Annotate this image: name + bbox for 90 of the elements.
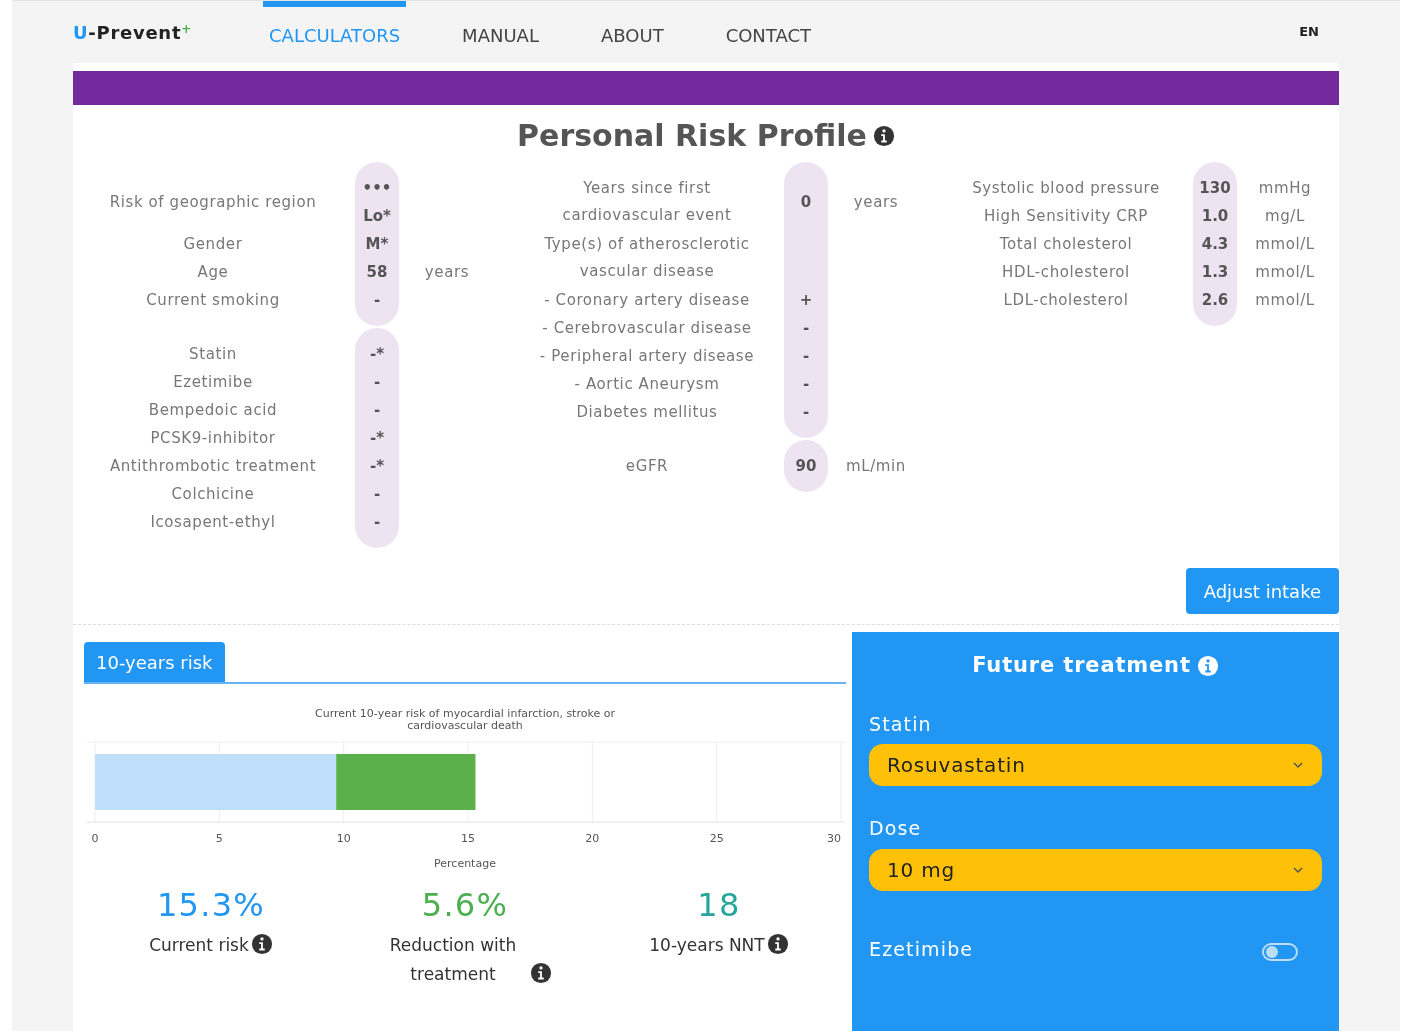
field-label: LDL-cholesterol xyxy=(1003,289,1129,311)
field-value: + xyxy=(798,290,814,311)
chevron-icon xyxy=(1292,865,1304,874)
axis-label: Percentage xyxy=(434,856,496,872)
field-label: Statin xyxy=(869,711,933,737)
toggle-switch[interactable] xyxy=(1262,942,1298,961)
stat-value: 15.3% xyxy=(156,884,266,926)
tick-label: 15 xyxy=(461,832,475,845)
field-value: 1.3 xyxy=(1200,262,1230,283)
field-label: Type(s) of atherosclerotic vascular disease xyxy=(543,234,751,282)
chevron-icon xyxy=(1292,761,1304,769)
stat-label: Reduction with treatment xyxy=(388,933,518,986)
panel-title: Future treatment xyxy=(972,652,1191,679)
field-label: Gender xyxy=(183,233,243,255)
language-selector[interactable]: EN xyxy=(1299,22,1319,42)
stat-value: 18 xyxy=(697,884,741,926)
unit-label: mg/L xyxy=(1265,205,1305,227)
field-value: - xyxy=(372,512,382,533)
unit-label: mmol/L xyxy=(1255,233,1315,255)
field-value: - xyxy=(372,484,382,505)
field-label: Current smoking xyxy=(146,289,280,311)
field-value: 58 xyxy=(365,262,389,283)
field-label: eGFR xyxy=(625,455,669,477)
field-label: Ezetimibe xyxy=(869,936,974,962)
tick-label: 10 xyxy=(336,832,351,845)
stat-label: Current risk xyxy=(149,933,249,957)
field-label: Antithrombotic treatment xyxy=(109,455,317,477)
field-value: -* xyxy=(368,428,386,449)
unit-label: mmol/L xyxy=(1255,261,1315,283)
field-label: PCSK9-inhibitor xyxy=(150,427,276,449)
tick-label: 5 xyxy=(215,832,223,845)
field-value: -* xyxy=(368,344,386,365)
unit-label: mmHg xyxy=(1258,177,1312,199)
info-icon[interactable] xyxy=(766,933,789,955)
field-label: Systolic blood pressure xyxy=(972,177,1160,199)
field-value: - xyxy=(372,372,382,393)
logo[interactable]: U-Prevent$^{+}$ xyxy=(73,18,263,46)
unit-label: years xyxy=(853,191,899,213)
dropdown[interactable]: 10 mg xyxy=(869,848,1322,891)
tick-label: 0 xyxy=(91,832,99,845)
tick-label: 20 xyxy=(585,832,600,845)
field-value: - xyxy=(372,400,382,421)
stat-value: 5.6% xyxy=(421,884,509,926)
info-icon[interactable] xyxy=(530,962,552,984)
field-label: Years since first cardiovascular event xyxy=(561,178,733,226)
unit-label: mL/min xyxy=(846,455,906,477)
nav-tab[interactable]: MANUAL xyxy=(456,1,545,63)
field-label: High Sensitivity CRP xyxy=(983,205,1148,227)
field-value: - xyxy=(801,402,811,423)
unit-label: years xyxy=(424,261,470,283)
field-value: ••• xyxy=(361,178,393,199)
field-value: 90 xyxy=(794,456,818,477)
field-value: 130 xyxy=(1198,178,1232,199)
field-label: Dose xyxy=(869,816,923,841)
field-label: HDL-cholesterol xyxy=(1002,261,1130,283)
info-icon[interactable] xyxy=(250,933,273,955)
field-value: - xyxy=(801,374,811,395)
field-label: Bempedoic acid xyxy=(148,399,278,421)
field-value: 2.6 xyxy=(1200,290,1230,311)
nav-tab[interactable]: ABOUT xyxy=(594,1,670,63)
page-title: Personal Risk Profile xyxy=(517,117,867,155)
field-value: - xyxy=(801,346,811,367)
tick-label: 25 xyxy=(709,832,724,845)
field-label: Diabetes mellitus xyxy=(576,401,718,423)
field-label: Colchicine xyxy=(171,483,255,505)
unit-label: mmol/L xyxy=(1255,289,1315,311)
field-value: 0 xyxy=(799,192,813,213)
field-label: Ezetimibe xyxy=(173,371,253,393)
field-value: - xyxy=(372,290,382,311)
stat-label: 10-years NNT xyxy=(649,933,765,957)
field-label: - Peripheral artery disease xyxy=(539,345,755,367)
field-label: Age xyxy=(197,261,229,283)
field-label: - Coronary artery disease xyxy=(544,289,750,311)
field-value: 4.3 xyxy=(1200,234,1230,255)
field-value: M* xyxy=(364,234,390,255)
field-label: Icosapent-ethyl xyxy=(150,511,276,533)
chart-title: Current 10-year risk of myocardial infarction, stroke or cardiovascular death xyxy=(314,708,616,732)
info-icon[interactable] xyxy=(872,124,895,147)
field-label: Total cholesterol xyxy=(999,233,1133,255)
field-value: -* xyxy=(368,456,386,477)
dropdown[interactable]: Rosuvastatin xyxy=(869,744,1322,786)
field-value: 1.0 xyxy=(1200,206,1230,227)
field-value: Lo* xyxy=(362,206,392,227)
field-label: Statin xyxy=(189,343,237,365)
nav-tab[interactable]: CONTACT xyxy=(719,1,817,63)
field-label: Risk of geographic region xyxy=(109,191,317,213)
tick-label: 30 xyxy=(827,832,841,845)
field-label: - Aortic Aneurysm xyxy=(574,373,720,395)
field-label: - Cerebrovascular disease xyxy=(542,317,752,339)
field-value: - xyxy=(801,318,811,339)
